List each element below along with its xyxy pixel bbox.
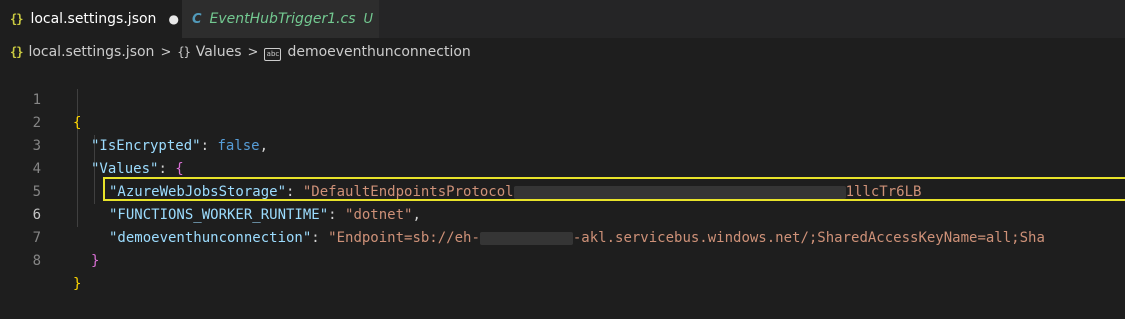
breadcrumb-item-file[interactable]: {} local.settings.json: [10, 44, 154, 60]
chevron-right-icon: >: [160, 44, 172, 60]
brace-close: }: [91, 253, 100, 269]
csharp-file-icon: C: [192, 11, 202, 27]
json-file-icon: {}: [10, 45, 23, 59]
breadcrumb: {} local.settings.json > {} Values > abc de…: [0, 38, 1125, 66]
code-line[interactable]: 3 "Values": {: [0, 112, 1125, 177]
object-icon: {}: [177, 45, 190, 59]
breadcrumb-label: Values: [195, 44, 242, 60]
code-line[interactable]: 4 "AzureWebJobsStorage": "DefaultEndpoin…: [0, 135, 1125, 200]
editor-tab-bar: {} local.settings.json ● C EventHubTrigg…: [0, 0, 1125, 38]
chevron-right-icon: >: [247, 44, 259, 60]
code-line[interactable]: 2 "IsEncrypted": false,: [0, 89, 1125, 154]
line-number: 8: [32, 253, 41, 269]
breadcrumb-label: local.settings.json: [28, 44, 155, 60]
code-line[interactable]: 1 {: [0, 66, 1125, 131]
json-file-icon: {}: [10, 12, 23, 26]
breadcrumb-item-values[interactable]: {} Values: [177, 44, 241, 60]
unsaved-dot-icon[interactable]: ●: [168, 12, 178, 26]
git-status-badge: U: [363, 11, 374, 27]
breadcrumb-label: demoeventhunconnection: [287, 43, 471, 60]
tab-bar-empty-area[interactable]: [379, 0, 1125, 38]
tab-label: local.settings.json: [30, 11, 157, 27]
tab-label: EventHubTrigger1.cs: [209, 11, 356, 27]
code-line[interactable]: 8 }: [0, 227, 1125, 292]
brace-close: }: [73, 276, 82, 292]
tab-eventhubtrigger1-cs[interactable]: C EventHubTrigger1.cs U: [182, 0, 379, 38]
highlight-annotation-box: [103, 177, 1125, 201]
code-line[interactable]: 7 }: [0, 204, 1125, 269]
code-editor[interactable]: 1 { 2 "IsEncrypted": false, 3 "Values": …: [0, 66, 1125, 292]
string-icon: abc: [264, 47, 282, 61]
breadcrumb-item-connection[interactable]: abc demoeventhunconnection: [264, 43, 471, 61]
tab-local-settings-json[interactable]: {} local.settings.json ●: [0, 0, 182, 38]
